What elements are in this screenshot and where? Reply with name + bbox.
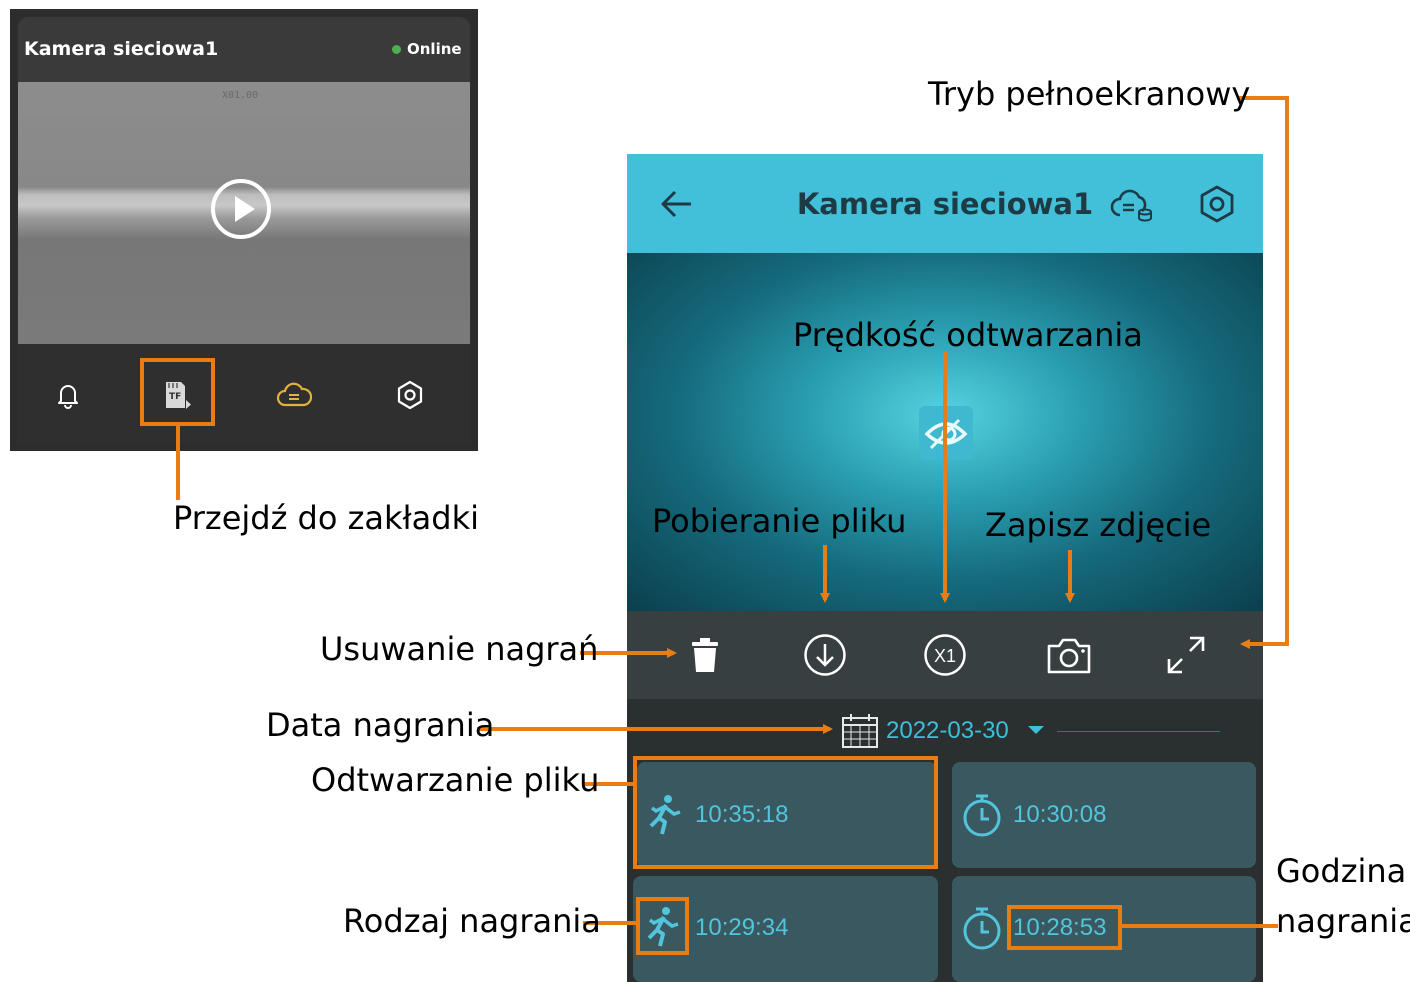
label-recording-type: Rodzaj nagrania (343, 902, 601, 940)
label-go-to-tab: Przejdź do zakładki (173, 499, 479, 537)
label-delete-recordings: Usuwanie nagrań (320, 630, 599, 668)
label-fullscreen: Tryb pełnoekranowy (928, 75, 1251, 113)
label-recording-time-line2: nagrania (1276, 902, 1410, 940)
label-recording-time-line1: Godzina (1276, 852, 1407, 890)
label-playback-speed: Prędkość odtwarzania (793, 316, 1143, 354)
label-recording-date: Data nagrania (266, 706, 495, 744)
label-play-file: Odtwarzanie pliku (311, 761, 600, 799)
label-save-photo: Zapisz zdjęcie (985, 506, 1212, 544)
annotation-connectors (176, 96, 1289, 928)
label-file-download: Pobieranie pliku (652, 502, 907, 540)
